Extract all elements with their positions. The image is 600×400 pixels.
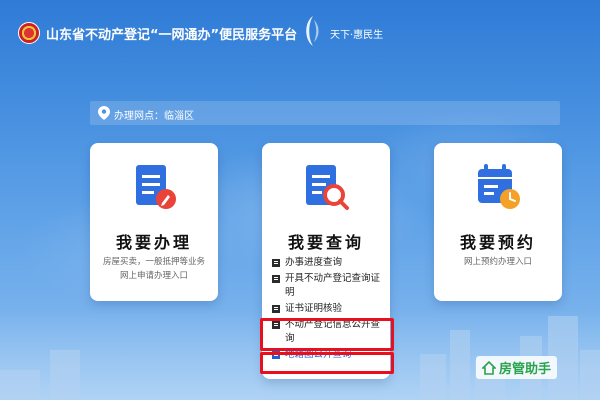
link-query-certificate[interactable]: 开具不动产登记查询证明: [272, 272, 384, 300]
card-description: 房屋买卖，一般抵押等业务网上申请办理入口: [102, 257, 205, 281]
link-label: 办事进度查询: [285, 257, 343, 268]
doc-bullet-icon: [272, 351, 280, 359]
doc-bullet-icon: [272, 321, 280, 329]
card-title: 我要查询: [287, 233, 364, 252]
brand-slogan: 天下·惠民生: [330, 30, 384, 41]
watermark: 房管助手: [476, 356, 558, 379]
card-title: 我要办理: [115, 233, 192, 252]
brand-logo-icon: [306, 16, 319, 46]
document-search-icon: [306, 165, 349, 210]
query-links: 办事进度查询 开具不动产登记查询证明 证书证明核验 不动产登记信息公开查询 地籍…: [272, 256, 384, 364]
card-appointment[interactable]: 我要预约 网上预约办理入口: [434, 143, 562, 301]
link-progress-query[interactable]: 办事进度查询: [272, 256, 384, 270]
card-handle-business[interactable]: 我要办理 房屋买卖，一般抵押等业务网上申请办理入口: [90, 143, 218, 301]
watermark-text: 房管助手: [499, 362, 552, 377]
location-pin-icon: [98, 106, 110, 120]
card-description: 网上预约办理入口: [463, 257, 532, 267]
calendar-clock-icon: [478, 164, 520, 209]
location-label: 办理网点：临淄区: [114, 111, 194, 122]
link-label: 证书证明核验: [285, 303, 343, 314]
link-label: 开具不动产登记查询证明: [285, 273, 381, 298]
site-title: 山东省不动产登记“一网通办”便民服务平台: [46, 28, 298, 43]
page-header: 山东省不动产登记“一网通办”便民服务平台 天下·惠民生: [0, 0, 600, 64]
document-edit-icon: [136, 165, 176, 209]
link-label: 不动产登记信息公开查询: [285, 319, 381, 344]
link-public-info-query[interactable]: 不动产登记信息公开查询: [272, 318, 384, 346]
doc-bullet-icon: [272, 305, 280, 313]
link-label: 地籍图公开查询: [285, 349, 352, 360]
card-query[interactable]: 我要查询 办事进度查询 开具不动产登记查询证明 证书证明核验 不动产登记信息公开…: [262, 143, 390, 379]
doc-bullet-icon: [272, 259, 280, 267]
doc-bullet-icon: [272, 275, 280, 283]
link-certificate-verify[interactable]: 证书证明核验: [272, 302, 384, 316]
emblem-icon: [18, 22, 40, 44]
house-icon: [482, 360, 496, 375]
card-title: 我要预约: [459, 233, 536, 252]
link-cadastral-map-query[interactable]: 地籍图公开查询: [272, 348, 384, 362]
